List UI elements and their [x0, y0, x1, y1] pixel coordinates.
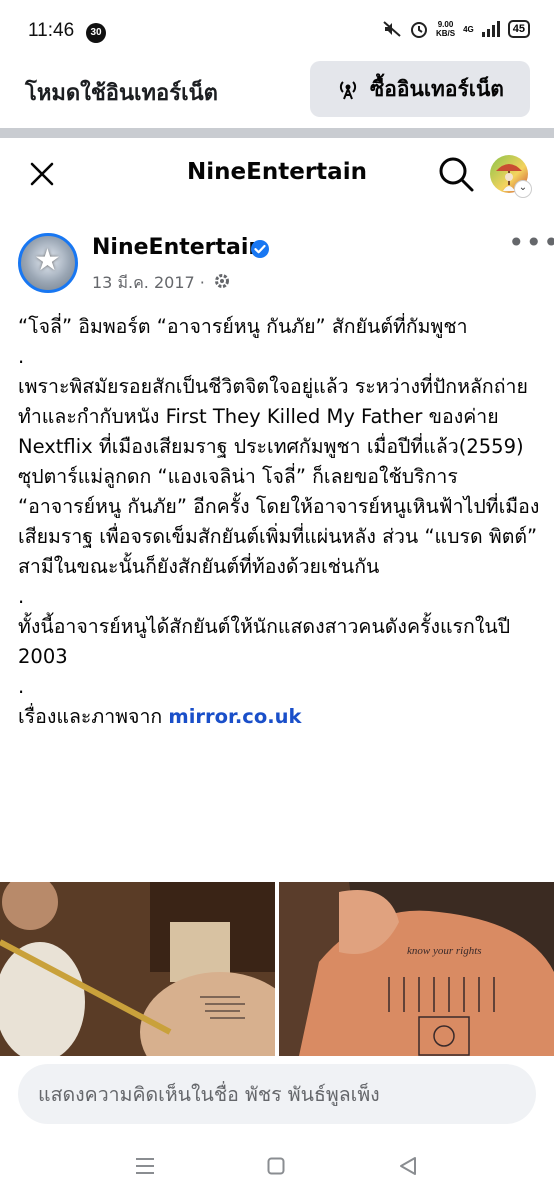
post-paragraph: เพราะพิสมัยรอยสักเป็นชีวิตจิตใจอยู่แล้ว …	[18, 375, 540, 578]
post-text: “โจลี่” อิมพอร์ต “อาจารย์หนู กันภัย” สัก…	[18, 312, 540, 732]
post-paragraph: .	[18, 585, 25, 608]
battery-indicator: 45	[507, 20, 530, 38]
notification-count-badge: 30	[86, 23, 106, 43]
back-icon[interactable]	[398, 1156, 418, 1176]
post-source: เรื่องและภาพจาก mirror.co.uk	[18, 702, 540, 732]
photo-2-image: know your rights	[279, 882, 554, 1056]
page-logo-star-icon: ★	[34, 243, 61, 278]
post-paragraph: “โจลี่” อิมพอร์ต “อาจารย์หนู กันภัย” สัก…	[18, 315, 468, 338]
comment-input[interactable]: แสดงความคิดเห็นในชื่อ พัชร พันธ์พูลเพ็ง	[18, 1064, 536, 1124]
network-speed: 9.00 KB/S	[435, 20, 456, 38]
status-icons: 9.00 KB/S 4G 45	[382, 20, 530, 38]
tattoo-text: know your rights	[407, 945, 482, 957]
status-time: 11:46	[28, 20, 75, 41]
account-switch-chevron-icon[interactable]: ⌄	[514, 180, 532, 198]
post-photo-2[interactable]: know your rights	[279, 882, 554, 1056]
network-type: 4G	[463, 24, 474, 34]
post-paragraph: ทั้งนี้อาจารย์หนูได้สักยันต์ให้นักแสดงสา…	[18, 615, 511, 668]
data-mode-label: โหมดใช้อินเทอร์เน็ต	[25, 81, 218, 106]
search-icon[interactable]	[437, 155, 475, 193]
verified-badge-icon	[251, 240, 269, 258]
gear-icon	[215, 274, 229, 288]
source-link[interactable]: mirror.co.uk	[168, 705, 301, 728]
signal-icon	[481, 21, 500, 37]
alarm-icon	[410, 22, 427, 38]
post-paragraph: .	[18, 675, 25, 698]
antenna-icon	[339, 81, 357, 100]
post-photo-1[interactable]	[0, 882, 275, 1056]
mute-icon	[383, 21, 401, 37]
post-timestamp[interactable]: 13 มี.ค. 2017 ·	[92, 271, 205, 296]
more-options-icon[interactable]: •••	[508, 229, 554, 257]
photo-1-image	[0, 882, 275, 1056]
recent-apps-icon[interactable]	[135, 1156, 155, 1176]
post-paragraph: .	[18, 345, 25, 368]
post-header	[0, 222, 554, 298]
buy-internet-button[interactable]: ซื้ออินเทอร์เน็ต	[310, 61, 530, 117]
post-source-prefix: เรื่องและภาพจาก	[18, 705, 169, 728]
home-icon[interactable]	[267, 1157, 285, 1175]
buy-internet-label: ซื้ออินเทอร์เน็ต	[370, 76, 504, 101]
section-divider	[0, 128, 554, 138]
post-page-name[interactable]: NineEntertain	[92, 235, 264, 260]
